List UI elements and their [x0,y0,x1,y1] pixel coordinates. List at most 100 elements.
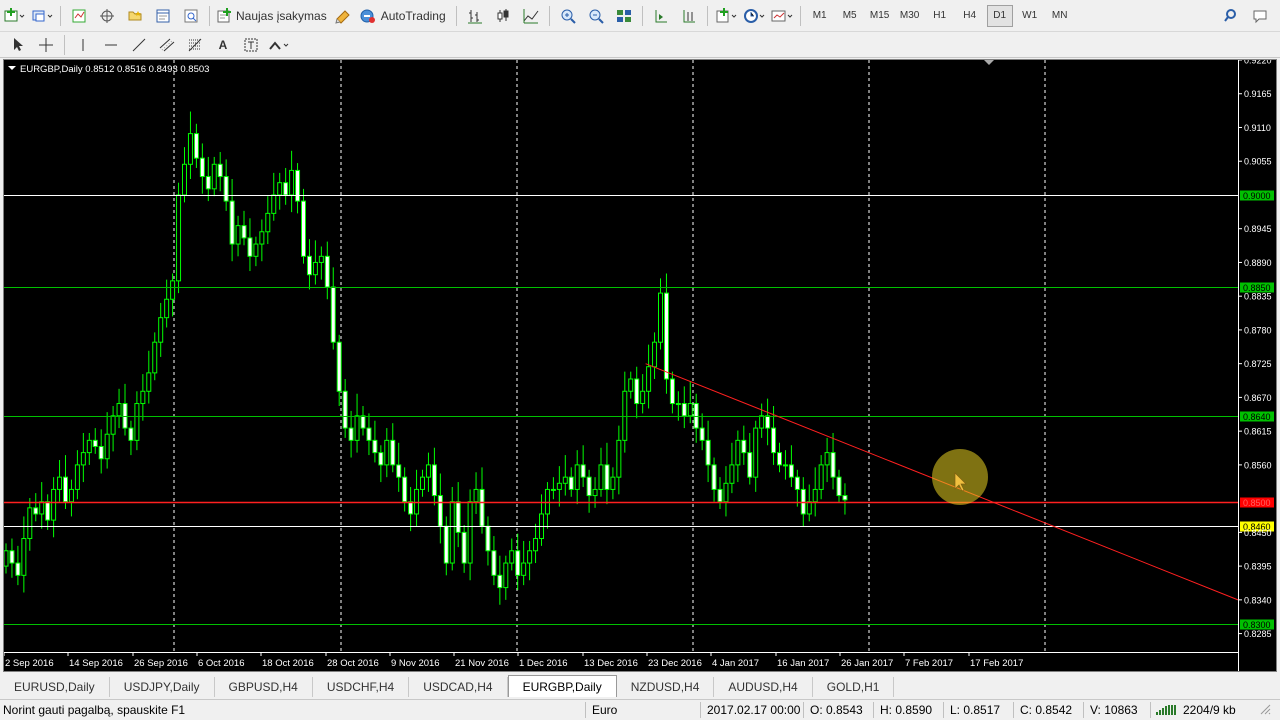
candle-body [527,550,533,564]
status-high: H: 0.8590 [880,703,933,717]
candle-body [301,200,306,257]
y-tick-label: 0.8780 [1244,325,1272,335]
candle-body [408,501,414,515]
chart-tab-eurusd-daily[interactable]: EURUSD,Daily [0,677,110,697]
new-chart-icon[interactable] [2,4,26,28]
x-tick-label: 13 Dec 2016 [584,658,638,669]
candle-body [568,476,574,490]
cursor-icon[interactable] [6,33,30,57]
candle-body [384,439,390,466]
candle-body [283,182,289,196]
new-order-button[interactable]: Naujas įsakymas [216,4,327,28]
chart-header-triangle-icon [8,66,16,70]
text-label-icon[interactable] [239,33,263,57]
zoom-out-icon[interactable] [584,4,608,28]
text-icon[interactable]: A [211,33,235,57]
candle-body [705,439,711,466]
arrows-icon[interactable] [267,33,291,57]
fibonacci-icon[interactable] [183,33,207,57]
vertical-line-icon[interactable] [71,33,95,57]
x-tick-label: 4 Jan 2017 [712,658,759,669]
candle-body [187,133,193,165]
timeframe-h1[interactable]: H1 [927,5,953,27]
candle-body [414,488,420,515]
chart-tab-gbpusd-h4[interactable]: GBPUSD,H4 [215,677,313,697]
timeframe-m5[interactable]: M5 [837,5,863,27]
horizontal-line-icon[interactable] [99,33,123,57]
price-chart[interactable]: 0.90000.88500.86400.85000.84600.83000.92… [4,60,1276,671]
chart-tab-usdcad-h4[interactable]: USDCAD,H4 [409,677,508,697]
candle-body [68,488,74,503]
zoom-in-icon[interactable] [556,4,580,28]
strategy-tester-icon[interactable] [179,4,203,28]
profiles-icon[interactable] [30,4,54,28]
candle-body [63,476,68,503]
chart-shift-icon[interactable] [677,4,701,28]
chart-tab-eurgbp-daily[interactable]: EURGBP,Daily [507,675,617,697]
candle-body [788,464,794,478]
chart-tab-nzdusd-h4[interactable]: NZDUSD,H4 [617,677,715,697]
candle-body [574,464,580,490]
candle-body [693,403,699,429]
chart-window[interactable]: 0.9000 0.8850 0.8640 0.8500 0.8460 0.8300 0.92… [3,59,1277,672]
candle-body [104,433,110,460]
chat-icon[interactable] [1248,4,1272,28]
crosshair-icon[interactable] [34,33,58,57]
timeframe-m30[interactable]: M30 [897,5,923,27]
y-tick-label: 0.9110 [1244,123,1271,133]
candle-body [205,176,211,190]
candle-body [449,501,455,564]
chart-tab-gold-h1[interactable]: GOLD,H1 [813,677,895,697]
candle-body [425,464,431,478]
candle-body [330,286,336,343]
candle-body [634,378,640,405]
candle-body [57,476,63,490]
timeframe-w1[interactable]: W1 [1017,5,1043,27]
candle-body [473,488,479,503]
y-tick-label: 0.8725 [1244,359,1272,369]
resize-grip-icon[interactable] [1258,702,1272,719]
timeframe-m1[interactable]: M1 [807,5,833,27]
candle-body [479,488,485,527]
candle-body [640,390,646,405]
chart-tab-usdjpy-daily[interactable]: USDJPY,Daily [110,677,215,697]
timeframe-mn[interactable]: MN [1047,5,1073,27]
candle-body [681,403,687,417]
search-icon[interactable] [1220,4,1244,28]
candle-body [521,562,527,576]
navigator-icon[interactable] [123,4,147,28]
timeframe-m15[interactable]: M15 [867,5,893,27]
timeframe-h4[interactable]: H4 [957,5,983,27]
candlestick-chart-icon[interactable] [491,4,515,28]
connection-icon [1156,704,1180,719]
y-tick-label: 0.9165 [1244,89,1272,99]
candle-body [455,501,461,533]
tile-windows-icon[interactable] [612,4,636,28]
data-window-icon[interactable] [95,4,119,28]
line-chart-icon[interactable] [519,4,543,28]
candle-body [33,507,39,515]
metaeditor-icon[interactable] [331,4,355,28]
candle-body [318,255,324,263]
indicators-icon[interactable] [714,4,738,28]
auto-scroll-icon[interactable] [649,4,673,28]
timeframe-d1[interactable]: D1 [986,4,1013,27]
bar-chart-icon[interactable] [463,4,487,28]
market-watch-icon[interactable] [67,4,91,28]
candle-body [15,562,21,576]
candle-body [533,538,539,552]
templates-icon[interactable] [770,4,794,28]
x-tick-label: 21 Nov 2016 [455,658,509,669]
equidistant-channel-icon[interactable] [155,33,179,57]
terminal-icon[interactable] [151,4,175,28]
trendline-icon[interactable] [127,33,151,57]
autotrading-button[interactable]: AutoTrading [359,4,446,28]
periods-icon[interactable] [742,4,766,28]
candle-body [277,182,283,196]
help-text: Norint gauti pagalbą, spauskite F1 [3,703,186,717]
status-open: O: 0.8543 [810,703,863,717]
candle-body [711,464,717,490]
chart-tab-audusd-h4[interactable]: AUDUSD,H4 [714,677,813,697]
candle-body [491,550,497,576]
chart-tab-usdchf-h4[interactable]: USDCHF,H4 [313,677,410,697]
